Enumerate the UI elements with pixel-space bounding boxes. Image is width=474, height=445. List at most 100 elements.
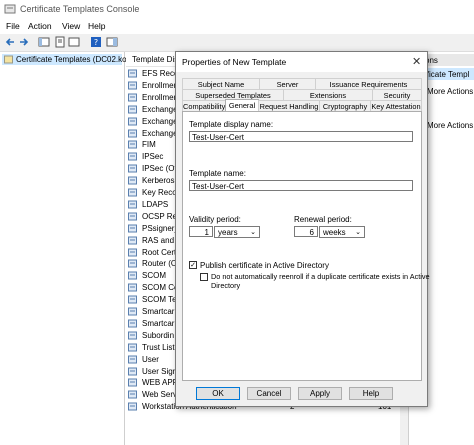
- chevron-down-icon: ⌄: [250, 229, 256, 236]
- certificate-template-icon: [128, 283, 137, 292]
- template-name-cell: Kerberos: [142, 176, 175, 186]
- template-name-cell: RAS and: [142, 235, 175, 245]
- certificate-template-icon: [128, 188, 137, 197]
- refresh-icon[interactable]: [68, 36, 80, 48]
- menu-file[interactable]: File: [6, 21, 20, 31]
- validity-period-unit-select[interactable]: years ⌄: [214, 226, 260, 238]
- template-name-cell: SCOM Te: [142, 295, 177, 305]
- dialog-title: Properties of New Template: [182, 57, 287, 67]
- template-name-cell: SCOM: [142, 271, 166, 281]
- action-pane-icon[interactable]: [106, 36, 118, 48]
- menu-bar: File Action View Help: [0, 19, 474, 34]
- certificate-template-icon: [128, 200, 137, 209]
- toolbar: ?: [0, 34, 474, 52]
- certificate-template-icon: [128, 402, 137, 411]
- validity-period-number[interactable]: 1: [189, 226, 213, 237]
- template-display-name-label: Template display name:: [189, 120, 274, 129]
- template-name-cell: IPSec: [142, 152, 164, 162]
- certificate-template-icon: [128, 378, 137, 387]
- tree-item-label: Certificate Templates (DC02.kor...: [16, 55, 136, 64]
- template-name-cell: Subordin: [142, 330, 175, 340]
- template-name-cell: User Sign: [142, 366, 178, 376]
- certificate-template-icon: [128, 248, 137, 256]
- template-name-cell: Exchange: [142, 104, 178, 114]
- template-name-cell: FIM: [142, 140, 156, 150]
- template-name-cell: IPSec (Off: [142, 164, 179, 174]
- svg-text:?: ?: [94, 38, 98, 47]
- close-icon[interactable]: ✕: [412, 55, 421, 68]
- renewal-period-unit-select[interactable]: weeks ⌄: [319, 226, 365, 238]
- certificate-template-icon: [128, 105, 137, 114]
- template-name-cell: Enrollmer: [142, 80, 177, 90]
- properties-icon[interactable]: [54, 36, 66, 48]
- tree-item-certificate-templates[interactable]: Certificate Templates (DC02.kor...: [2, 54, 135, 65]
- template-name-cell: LDAPS: [142, 199, 169, 209]
- certificate-template-icon: [128, 81, 137, 90]
- template-name-cell: Root Cert: [142, 247, 177, 257]
- certificate-template-icon: [128, 319, 137, 328]
- column-header-template-display-name[interactable]: Template Dis: [132, 55, 178, 64]
- template-name-cell: Trust List: [142, 342, 175, 352]
- properties-dialog: Properties of New Template ✕ Subject Nam…: [175, 51, 430, 407]
- no-auto-reenroll-label-line1: Do not automatically reenroll if a dupli…: [211, 272, 430, 281]
- certificate-template-icon: [128, 259, 137, 268]
- no-auto-reenroll-checkbox[interactable]: [200, 273, 208, 281]
- template-name-cell: Enrollmer: [142, 92, 177, 102]
- certificate-template-icon: [128, 212, 137, 221]
- menu-action[interactable]: Action: [28, 21, 52, 31]
- template-name-label: Template name:: [189, 169, 246, 178]
- certificate-template-icon: [128, 390, 137, 399]
- help-icon[interactable]: ?: [90, 36, 102, 48]
- publish-in-ad-label: Publish certificate in Active Directory: [200, 261, 329, 270]
- certificate-template-icon: [128, 295, 137, 304]
- certificate-templates-icon: [4, 55, 13, 64]
- ok-button[interactable]: OK: [196, 387, 240, 400]
- certificate-template-icon: [128, 140, 137, 149]
- user-template-icon: [128, 355, 137, 364]
- menu-help[interactable]: Help: [88, 21, 105, 31]
- certificate-template-icon: [128, 224, 137, 233]
- template-display-name-input[interactable]: Test-User-Cert: [189, 131, 413, 142]
- certificate-template-icon: [128, 93, 137, 102]
- console-tree: Certificate Templates (DC02.kor...: [0, 52, 135, 445]
- certificate-template-icon: [128, 271, 137, 280]
- certificate-template-icon: [128, 164, 137, 173]
- more-actions-link-1[interactable]: More Actions: [427, 87, 473, 96]
- template-name-input[interactable]: Test-User-Cert: [189, 180, 413, 191]
- template-name-cell: User: [142, 354, 159, 364]
- back-arrow-icon[interactable]: [4, 36, 16, 48]
- renewal-unit-value: weeks: [323, 228, 346, 237]
- publish-in-ad-checkbox[interactable]: ✓: [189, 261, 197, 269]
- menu-view[interactable]: View: [62, 21, 80, 31]
- certificate-template-icon: [128, 176, 137, 185]
- more-actions-link-2[interactable]: More Actions: [427, 121, 473, 130]
- template-name-cell: Web Serv: [142, 390, 177, 400]
- actions-section-label: ificate Templ: [425, 70, 470, 79]
- template-name-cell: Smartcar: [142, 307, 175, 316]
- console-tree-icon[interactable]: [38, 36, 50, 48]
- certificate-template-icon: [128, 236, 137, 245]
- dialog-titlebar: Properties of New Template ✕: [176, 52, 427, 72]
- cancel-button[interactable]: Cancel: [247, 387, 291, 400]
- template-name-cell: Router (O: [142, 259, 178, 269]
- renewal-period-label: Renewal period:: [294, 215, 352, 224]
- forward-arrow-icon[interactable]: [18, 36, 30, 48]
- apply-button[interactable]: Apply: [298, 387, 342, 400]
- template-name-cell: Smartcar: [142, 318, 175, 328]
- no-auto-reenroll-label-line2: Directory: [211, 281, 241, 290]
- template-name-cell: Exchange: [142, 128, 178, 138]
- template-name-cell: Exchange: [142, 116, 178, 126]
- certificate-template-icon: [128, 69, 137, 78]
- certificate-template-icon: [128, 331, 137, 340]
- renewal-period-number[interactable]: 6: [294, 226, 318, 237]
- certificate-template-icon: [128, 343, 137, 352]
- template-name-cell: SCOM Ce: [142, 283, 179, 293]
- certificate-template-icon: [128, 129, 137, 137]
- template-name-cell: PSsigner_: [142, 223, 179, 233]
- certificate-app-icon: [4, 4, 16, 14]
- window-titlebar: Certificate Templates Console: [0, 0, 474, 19]
- certificate-template-icon: [128, 307, 137, 316]
- certificate-template-icon: [128, 152, 137, 161]
- general-tab-panel: Template display name: Test-User-Cert Te…: [182, 111, 430, 381]
- help-button[interactable]: Help: [349, 387, 393, 400]
